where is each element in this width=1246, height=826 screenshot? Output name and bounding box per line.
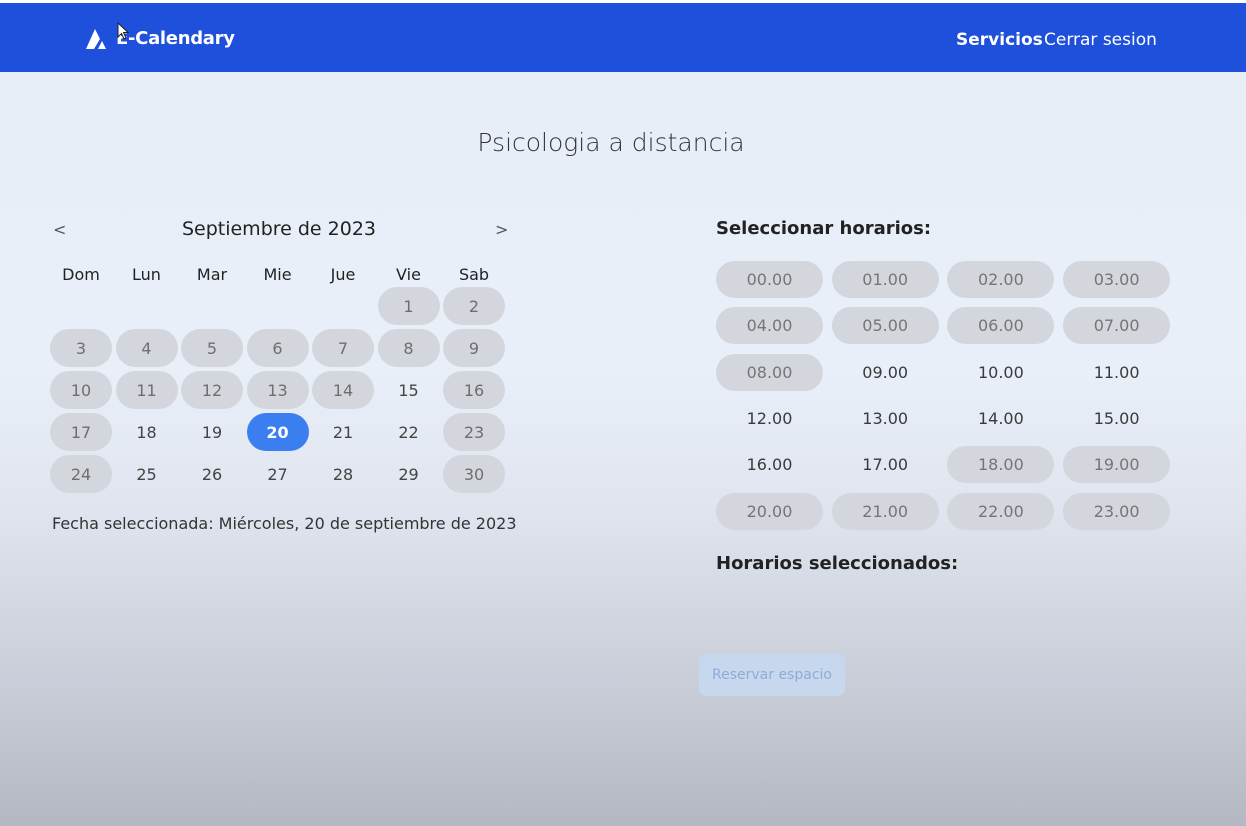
time-slot[interactable]: 15.00 <box>1063 400 1170 437</box>
time-slot: 22.00 <box>947 492 1055 530</box>
calendar-day: 2 <box>443 287 505 325</box>
calendar-day: 9 <box>443 329 505 367</box>
selected-date-text: Fecha seleccionada: Miércoles, 20 de sep… <box>52 514 517 533</box>
calendar-day: 11 <box>115 371 178 409</box>
weekday-label: Lun <box>132 265 161 284</box>
reserve-button[interactable]: Reservar espacio <box>699 653 845 696</box>
calendar-day: 3 <box>50 329 112 367</box>
nav-services-link[interactable]: Servicios <box>956 30 1043 50</box>
weekday-label: Jue <box>330 265 356 284</box>
weekday-label: Mie <box>263 265 292 284</box>
logo-icon <box>86 29 106 49</box>
calendar-day: 16 <box>443 371 505 409</box>
time-slot[interactable]: 13.00 <box>832 400 939 437</box>
brand-name: E-Calendary <box>116 27 235 49</box>
weekday-label: Dom <box>62 265 100 284</box>
brand[interactable]: E-Calendary <box>86 27 235 49</box>
weekday-label: Sab <box>458 265 490 284</box>
time-slot: 19.00 <box>1063 446 1171 484</box>
time-slot: 06.00 <box>947 307 1055 345</box>
calendar-day-selected[interactable]: 20 <box>246 413 309 451</box>
calendar-day[interactable]: 15 <box>378 371 440 409</box>
schedule-title: Seleccionar horarios: <box>716 218 932 239</box>
time-slot: 08.00 <box>716 353 823 391</box>
time-slot[interactable]: 11.00 <box>1063 354 1170 391</box>
next-month-button[interactable]: > <box>495 220 508 239</box>
weekday-label: Mar <box>196 265 228 284</box>
calendar-day: 5 <box>181 329 243 367</box>
time-slot: 07.00 <box>1063 307 1171 345</box>
weekday-label: Vie <box>396 265 421 284</box>
time-slot: 21.00 <box>831 492 939 530</box>
calendar-day: 23 <box>443 413 505 451</box>
calendar-day: 8 <box>377 329 440 367</box>
calendar-day[interactable]: 25 <box>116 455 178 493</box>
calendar-day: 17 <box>50 413 112 451</box>
time-slot[interactable]: 12.00 <box>716 400 823 437</box>
page-title: Psicologia a distancia <box>477 128 745 157</box>
calendar-day[interactable]: 21 <box>312 413 374 451</box>
calendar-day: 13 <box>246 371 309 409</box>
calendar-month-label: Septiembre de 2023 <box>181 218 377 240</box>
calendar-day: 1 <box>377 287 440 325</box>
mouse-cursor-icon <box>117 22 129 40</box>
calendar-day: 14 <box>312 371 374 409</box>
calendar-day: 12 <box>181 371 243 409</box>
time-slot[interactable]: 10.00 <box>947 354 1054 391</box>
calendar-day: 7 <box>312 329 374 367</box>
calendar-day[interactable]: 27 <box>247 455 309 493</box>
time-slot[interactable]: 16.00 <box>716 446 823 483</box>
nav-logout-link[interactable]: Cerrar sesion <box>1044 30 1157 50</box>
calendar-day[interactable]: 26 <box>181 455 243 493</box>
time-slot: 05.00 <box>831 307 939 345</box>
time-slot: 03.00 <box>1063 261 1171 298</box>
time-slot[interactable]: 14.00 <box>947 400 1054 437</box>
calendar-day[interactable]: 28 <box>312 455 374 493</box>
calendar-day[interactable]: 29 <box>378 455 440 493</box>
calendar-day: 4 <box>115 329 178 367</box>
calendar-day: 30 <box>443 455 505 493</box>
calendar-day: 6 <box>246 329 309 367</box>
calendar-day: 10 <box>50 371 112 409</box>
calendar-day[interactable]: 19 <box>181 413 243 451</box>
calendar-day: 24 <box>50 455 112 493</box>
time-slot: 02.00 <box>947 261 1055 298</box>
navbar: E-Calendary Servicios Cerrar sesion <box>0 3 1246 72</box>
time-slot[interactable]: 09.00 <box>832 354 939 391</box>
calendar-day[interactable]: 18 <box>116 413 178 451</box>
time-slot: 01.00 <box>831 261 939 298</box>
time-slot: 04.00 <box>716 307 823 345</box>
time-slot: 23.00 <box>1063 492 1171 530</box>
time-slot: 20.00 <box>716 492 823 530</box>
time-slot: 18.00 <box>947 446 1055 484</box>
time-slot[interactable]: 17.00 <box>832 446 939 483</box>
previous-month-button[interactable]: < <box>53 220 66 239</box>
time-slot: 00.00 <box>716 261 823 298</box>
calendar-day[interactable]: 22 <box>378 413 440 451</box>
selected-slots-title: Horarios seleccionados: <box>716 553 959 574</box>
